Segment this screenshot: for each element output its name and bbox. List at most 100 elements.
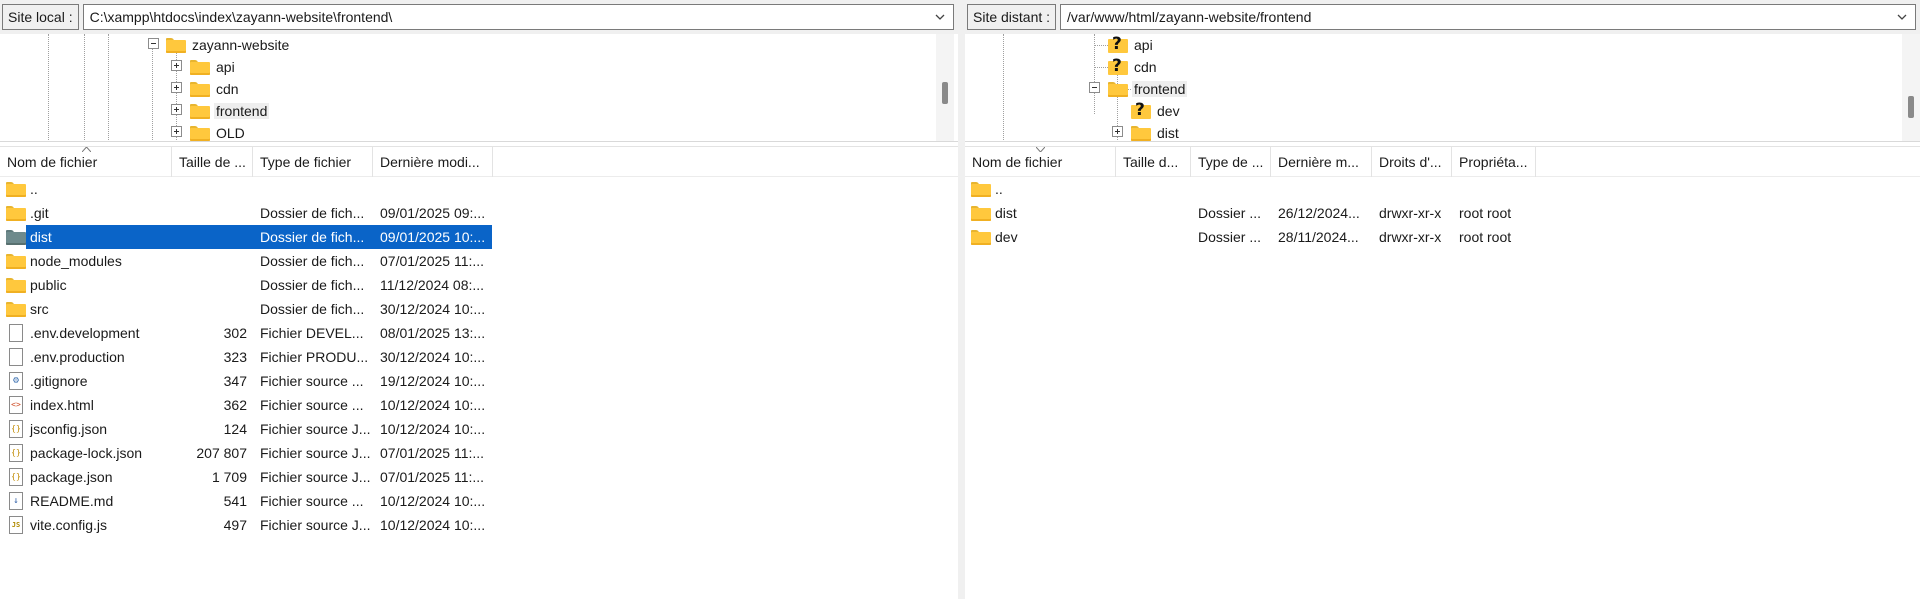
local-path-bar: Site local : C:\xampp\htdocs\index\zayan… xyxy=(0,0,958,34)
file-size: 1 709 xyxy=(211,469,247,485)
file-row[interactable]: dist Dossier ... 26/12/2024... drwxr-xr-x ro… xyxy=(965,201,1920,225)
tree-item-api[interactable]: api xyxy=(190,56,237,78)
json-file-icon: {} xyxy=(9,420,23,438)
file-type: Fichier source J... xyxy=(260,469,371,485)
tree-expand-toggle[interactable] xyxy=(171,104,182,115)
remote-directory-tree[interactable]: ? api ? cdn frontend ? dev dist xyxy=(965,34,1920,142)
file-name: .. xyxy=(995,181,1003,197)
tree-expand-toggle[interactable] xyxy=(171,60,182,71)
folder-icon xyxy=(6,229,26,246)
file-name: .env.development xyxy=(30,325,140,341)
file-name: public xyxy=(30,277,67,293)
tree-item-cdn[interactable]: cdn xyxy=(190,78,241,100)
file-modified: 10/12/2024 10:... xyxy=(380,493,486,509)
column-header-modified[interactable]: Dernière m... xyxy=(1271,146,1372,177)
file-type: Fichier source J... xyxy=(260,517,371,533)
file-type: Dossier de fich... xyxy=(260,205,365,221)
file-row[interactable]: {} package-lock.json 207 807 Fichier source… xyxy=(0,441,958,465)
file-type: Fichier source ... xyxy=(260,397,364,413)
tree-expand-toggle[interactable] xyxy=(1112,126,1123,137)
tree-expand-toggle[interactable] xyxy=(171,126,182,137)
folder-icon xyxy=(6,253,26,270)
file-row[interactable]: .env.development 302 Fichier DEVEL... 08/01… xyxy=(0,321,958,345)
tree-item-dev[interactable]: ? dev xyxy=(1131,100,1182,122)
file-row[interactable]: JS vite.config.js 497 Fichier source J... 10… xyxy=(0,513,958,537)
remote-file-list[interactable]: Nom de fichier Taille d... Type de ... D… xyxy=(965,146,1920,599)
scrollbar-thumb[interactable] xyxy=(1908,96,1914,118)
column-header-size[interactable]: Taille d... xyxy=(1116,146,1191,177)
tree-scrollbar[interactable] xyxy=(1902,34,1920,141)
file-size: 347 xyxy=(223,373,247,389)
local-directory-tree[interactable]: zayann-website api cdn frontend OLD xyxy=(0,34,958,142)
file-name: .git xyxy=(30,205,49,221)
tree-item-api[interactable]: ? api xyxy=(1108,34,1155,56)
tree-item-label: dist xyxy=(1157,125,1179,141)
folder-icon xyxy=(6,277,26,294)
chevron-down-icon[interactable] xyxy=(933,10,947,24)
folder-icon xyxy=(6,301,26,318)
tree-item-old[interactable]: OLD xyxy=(190,122,247,141)
remote-path-bar: Site distant : /var/www/html/zayann-webs… xyxy=(965,0,1920,34)
file-row[interactable]: ⚙ .gitignore 347 Fichier source ... 19/12/20… xyxy=(0,369,958,393)
file-size: 497 xyxy=(223,517,247,533)
file-owner: root root xyxy=(1459,229,1512,245)
folder-icon xyxy=(971,229,991,246)
file-row[interactable]: public Dossier de fich... 11/12/2024 08:..… xyxy=(0,273,958,297)
file-row[interactable]: {} package.json 1 709 Fichier source J... 07… xyxy=(0,465,958,489)
remote-path-combobox[interactable]: /var/www/html/zayann-website/frontend xyxy=(1060,4,1916,30)
file-row[interactable]: ↓ README.md 541 Fichier source ... 10/12/202… xyxy=(0,489,958,513)
folder-icon xyxy=(6,205,26,222)
file-type: Fichier source J... xyxy=(260,445,371,461)
folder-icon xyxy=(190,59,210,76)
file-modified: 30/12/2024 10:... xyxy=(380,301,486,317)
chevron-down-icon[interactable] xyxy=(1895,10,1909,24)
local-path-combobox[interactable]: C:\xampp\htdocs\index\zayann-website\fro… xyxy=(82,4,954,30)
file-modified: 09/01/2025 09:... xyxy=(380,205,486,221)
file-row[interactable]: .. xyxy=(0,177,958,201)
file-row[interactable]: .env.production 323 Fichier PRODU... 30/12/… xyxy=(0,345,958,369)
file-modified: 09/01/2025 10:... xyxy=(380,229,486,245)
tree-item-zayann-website[interactable]: zayann-website xyxy=(166,34,291,56)
tree-item-label: frontend xyxy=(214,103,270,119)
tree-item-frontend[interactable]: frontend xyxy=(190,100,270,122)
file-row[interactable]: .. xyxy=(965,177,1920,201)
file-row[interactable]: .git Dossier de fich... 09/01/2025 09:... xyxy=(0,201,958,225)
file-row[interactable]: src Dossier de fich... 30/12/2024 10:... xyxy=(0,297,958,321)
file-name-cell: <> index.html xyxy=(0,396,172,414)
file-name: README.md xyxy=(30,493,114,509)
column-header-owner[interactable]: Propriéta... xyxy=(1452,146,1536,177)
folder-icon xyxy=(971,205,991,222)
tree-collapse-toggle[interactable] xyxy=(1089,82,1100,93)
file-row[interactable]: {} jsconfig.json 124 Fichier source J... 10/… xyxy=(0,417,958,441)
file-row[interactable]: dev Dossier ... 28/11/2024... drwxr-xr-x roo… xyxy=(965,225,1920,249)
file-type: Fichier source ... xyxy=(260,373,364,389)
column-header-size[interactable]: Taille de ... xyxy=(172,146,253,177)
tree-item-frontend[interactable]: frontend xyxy=(1108,78,1188,100)
tree-item-label: OLD xyxy=(216,125,245,141)
file-name-cell: {} package.json xyxy=(0,468,172,486)
column-header-permissions[interactable]: Droits d'... xyxy=(1372,146,1452,177)
tree-expand-toggle[interactable] xyxy=(171,82,182,93)
tree-item-label: dev xyxy=(1157,103,1180,119)
scrollbar-thumb[interactable] xyxy=(942,82,948,104)
folder-icon xyxy=(190,103,210,120)
column-header-modified[interactable]: Dernière modi... xyxy=(373,146,493,177)
column-header-type[interactable]: Type de fichier xyxy=(253,146,373,177)
local-file-list[interactable]: Nom de fichier Taille de ... Type de fic… xyxy=(0,146,958,599)
file-row[interactable]: dist Dossier de fich... 09/01/2025 10:... xyxy=(0,225,958,249)
file-permissions: drwxr-xr-x xyxy=(1379,205,1442,221)
file-type: Dossier de fich... xyxy=(260,253,365,269)
column-header-type[interactable]: Type de ... xyxy=(1191,146,1271,177)
tree-collapse-toggle[interactable] xyxy=(148,38,159,49)
file-name-cell: dev xyxy=(965,229,1116,246)
pane-splitter[interactable] xyxy=(958,0,965,599)
file-name: dev xyxy=(995,229,1018,245)
file-name: vite.config.js xyxy=(30,517,108,533)
file-row[interactable]: <> index.html 362 Fichier source ... 10/12/2… xyxy=(0,393,958,417)
tree-scrollbar[interactable] xyxy=(936,34,954,141)
tree-item-dist[interactable]: dist xyxy=(1131,122,1181,141)
file-name: src xyxy=(30,301,49,317)
file-row[interactable]: node_modules Dossier de fich... 07/01/2025… xyxy=(0,249,958,273)
file-type: Fichier source J... xyxy=(260,421,371,437)
tree-item-cdn[interactable]: ? cdn xyxy=(1108,56,1159,78)
